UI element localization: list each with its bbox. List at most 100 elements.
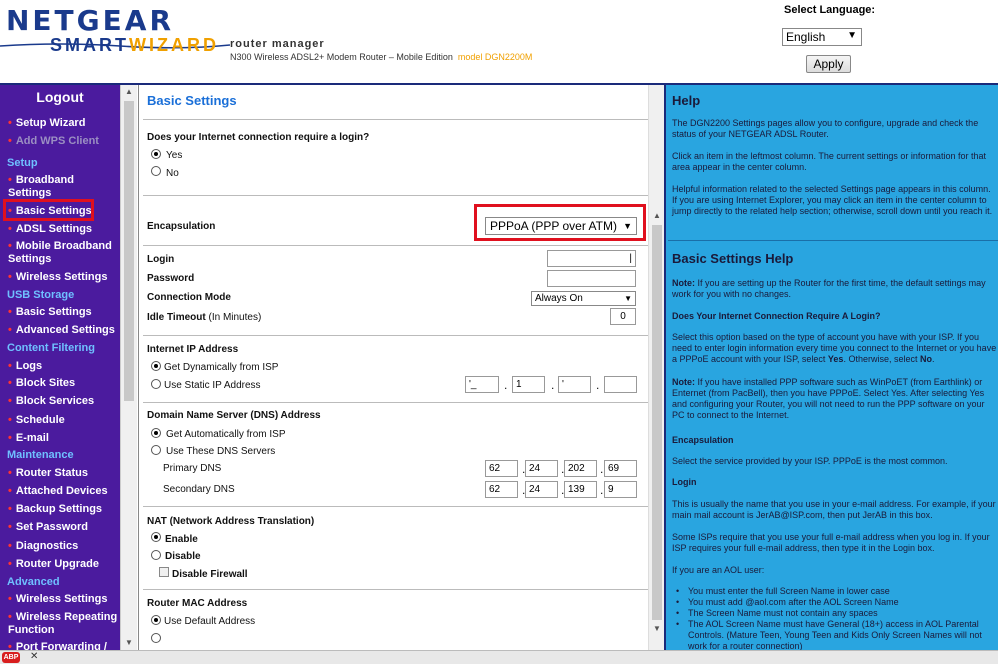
nav-set-password[interactable]: • Set Password — [8, 521, 88, 534]
static-ip-octet-4[interactable] — [604, 376, 637, 393]
center-scrollbar[interactable]: ▲ ▼ — [648, 85, 664, 650]
bullet-icon: • — [8, 485, 12, 497]
nav-usb-advanced-settings[interactable]: • Advanced Settings — [8, 324, 115, 337]
help-encapsulation-title: Encapsulation — [672, 435, 734, 445]
login-label: Login — [147, 254, 175, 265]
logout-link[interactable]: Logout — [0, 89, 120, 105]
nav-advanced-wireless-settings[interactable]: • Wireless Settings — [8, 593, 107, 606]
nav-port-forwarding[interactable]: • Port Forwarding / — [8, 641, 107, 650]
list-item: You must add @aol.com after the AOL Scre… — [676, 597, 998, 608]
login-input[interactable]: | — [547, 250, 636, 267]
nat-disable-radio[interactable] — [151, 550, 161, 560]
nav-backup-settings[interactable]: • Backup Settings — [8, 503, 102, 516]
primary-dns-octet-4[interactable]: 69 — [604, 460, 637, 477]
section-advanced: Advanced — [7, 576, 60, 588]
scroll-down-icon[interactable]: ▼ — [121, 636, 137, 650]
static-ip-octet-3[interactable]: ' — [558, 376, 591, 393]
help-note-1: Note: If you are setting up the Router f… — [672, 278, 998, 300]
primary-dns-octet-2[interactable]: 24 — [525, 460, 558, 477]
secondary-dns-octet-3[interactable]: 139 — [564, 481, 597, 498]
nav-label: Basic Settings — [15, 306, 92, 318]
login-yes-radio[interactable] — [151, 149, 161, 159]
nav-usb-basic-settings[interactable]: • Basic Settings — [8, 306, 92, 319]
apply-button[interactable]: Apply — [806, 55, 851, 73]
nav-add-wps-client[interactable]: • Add WPS Client — [8, 135, 99, 148]
login-no-label: No — [166, 168, 179, 179]
smart-text: SMART — [50, 35, 129, 55]
nav-setup-wizard[interactable]: • Setup Wizard — [8, 117, 85, 130]
bullet-icon: • — [8, 240, 12, 252]
sidebar-scrollbar[interactable]: ▲ ▼ — [120, 85, 137, 650]
smartwizard-logo: SMARTWIZARD — [50, 35, 219, 56]
ip-dynamic-radio[interactable] — [151, 361, 161, 371]
nav-wireless-repeating[interactable]: • Wireless Repeating Function — [8, 611, 120, 637]
scroll-down-icon[interactable]: ▼ — [649, 622, 665, 636]
close-icon[interactable]: ✕ — [30, 651, 38, 662]
nav-logs[interactable]: • Logs — [8, 360, 42, 373]
nav-block-services[interactable]: • Block Services — [8, 395, 94, 408]
secondary-dns-label: Secondary DNS — [163, 484, 235, 495]
dns-auto-radio[interactable] — [151, 428, 161, 438]
bullet-icon: • — [8, 558, 12, 570]
no-emphasis: No — [919, 354, 932, 364]
password-input[interactable] — [547, 270, 636, 287]
idle-timeout-input[interactable]: 0 — [610, 308, 636, 325]
nav-attached-devices[interactable]: • Attached Devices — [8, 485, 108, 498]
nav-router-upgrade[interactable]: • Router Upgrade — [8, 558, 99, 571]
help-note-2: Note: If you have installed PPP software… — [672, 377, 998, 421]
bullet-icon: • — [8, 223, 12, 235]
scroll-up-icon[interactable]: ▲ — [121, 85, 137, 99]
mac-default-radio[interactable] — [151, 615, 161, 625]
secondary-dns-octet-1[interactable]: 62 — [485, 481, 518, 498]
ip-static-radio[interactable] — [151, 379, 161, 389]
ip-separator: . — [504, 378, 508, 392]
nav-label: Mobile Broadband Settings — [8, 240, 112, 265]
connection-mode-label: Connection Mode — [147, 292, 231, 303]
encapsulation-select[interactable]: PPPoA (PPP over ATM) ▼ — [485, 217, 637, 235]
login-no-radio[interactable] — [151, 166, 161, 176]
list-item: The Screen Name must not contain any spa… — [676, 608, 998, 619]
connection-mode-select[interactable]: Always On ▼ — [531, 291, 636, 306]
secondary-dns-octet-2[interactable]: 24 — [525, 481, 558, 498]
mac-address-label: Router MAC Address — [147, 598, 248, 609]
bullet-icon: • — [8, 641, 12, 650]
static-ip-octet-1[interactable]: '_ — [465, 376, 499, 393]
nav-email[interactable]: • E-mail — [8, 432, 49, 445]
language-select[interactable]: English ▼ — [782, 28, 862, 46]
dns-manual-radio[interactable] — [151, 445, 161, 455]
product-subtitle: N300 Wireless ADSL2+ Modem Router – Mobi… — [230, 52, 532, 62]
scroll-thumb[interactable] — [124, 101, 134, 401]
disable-firewall-checkbox[interactable] — [159, 567, 169, 577]
primary-dns-octet-1[interactable]: 62 — [485, 460, 518, 477]
divider — [143, 589, 651, 590]
nav-router-status[interactable]: • Router Status — [8, 467, 88, 480]
nav-schedule[interactable]: • Schedule — [8, 414, 65, 427]
adblock-icon[interactable]: ABP — [2, 652, 20, 663]
scroll-thumb[interactable] — [652, 225, 662, 620]
note-text: If you have installed PPP software such … — [672, 377, 985, 420]
netgear-logo[interactable]: NETGEAR — [6, 4, 174, 37]
nav-diagnostics[interactable]: • Diagnostics — [8, 540, 78, 553]
idle-timeout-label: Idle Timeout (In Minutes) — [147, 312, 261, 323]
static-ip-octet-2[interactable]: 1 — [512, 376, 545, 393]
para-text: . Otherwise, select — [843, 354, 920, 364]
nav-block-sites[interactable]: • Block Sites — [8, 377, 75, 390]
primary-dns-octet-3[interactable]: 202 — [564, 460, 597, 477]
mac-computer-radio[interactable] — [151, 633, 161, 643]
nav-mobile-broadband-settings[interactable]: • Mobile Broadband Settings — [8, 240, 118, 266]
nav-wireless-settings[interactable]: • Wireless Settings — [8, 271, 107, 284]
nav-adsl-settings[interactable]: • ADSL Settings — [8, 223, 92, 236]
secondary-dns-octet-4[interactable]: 9 — [604, 481, 637, 498]
bullet-icon: • — [8, 117, 12, 129]
para-text: . — [931, 354, 935, 364]
dns-manual-label: Use These DNS Servers — [166, 446, 276, 457]
bullet-icon: • — [8, 174, 12, 186]
nav-label: Wireless Repeating Function — [8, 611, 118, 636]
dns-label: Domain Name Server (DNS) Address — [147, 410, 321, 421]
ip-separator: . — [600, 483, 604, 497]
note-text: If you are setting up the Router for the… — [672, 278, 986, 299]
nat-enable-radio[interactable] — [151, 532, 161, 542]
nav-broadband-settings[interactable]: • Broadband Settings — [8, 174, 98, 200]
scroll-up-icon[interactable]: ▲ — [649, 209, 665, 223]
nav-label: Setup Wizard — [15, 117, 86, 129]
